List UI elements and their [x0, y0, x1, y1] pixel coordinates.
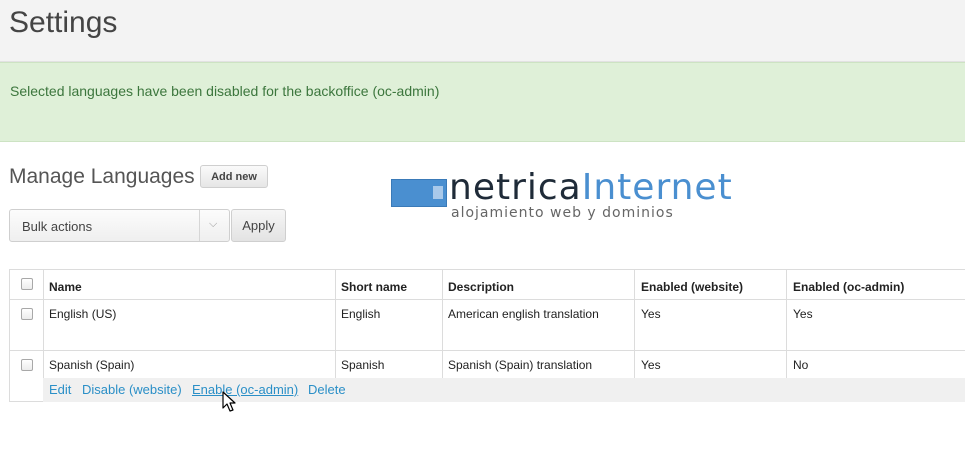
success-flash-message: Selected languages have been disabled fo… [0, 62, 965, 142]
table-cell-description: Spanish (Spain) translation [448, 358, 593, 372]
table-cell-name: Spanish (Spain) [49, 358, 135, 372]
row-checkbox[interactable] [21, 308, 33, 320]
table-cell-name: English (US) [49, 307, 117, 321]
row-checkbox[interactable] [21, 359, 33, 371]
disable-website-link[interactable]: Disable (website) [82, 382, 182, 397]
column-divider [786, 270, 787, 378]
logo-tagline: alojamiento web y dominios [451, 205, 674, 221]
column-divider [442, 270, 443, 378]
row-actions-bar: Edit Disable (website) Enable (oc-admin)… [43, 378, 965, 402]
select-all-checkbox[interactable] [21, 278, 33, 290]
select-divider [199, 210, 200, 241]
mouse-pointer-icon [222, 391, 236, 412]
row-divider [10, 299, 965, 300]
logo-word-netrica: netrica [449, 167, 582, 208]
column-divider [43, 270, 44, 378]
logo-wordmark: netricaInternet [449, 168, 733, 208]
column-divider [634, 270, 635, 378]
page-header: Settings [0, 0, 965, 62]
edit-link[interactable]: Edit [49, 382, 71, 397]
column-header-name[interactable]: Name [49, 280, 82, 294]
table-cell-enabled-website: Yes [641, 358, 661, 372]
logo-square-icon [433, 186, 443, 199]
add-new-button[interactable]: Add new [200, 165, 268, 188]
bulk-actions-value: Bulk actions [22, 219, 93, 234]
table-cell-enabled-admin: Yes [793, 307, 813, 321]
flash-text: Selected languages have been disabled fo… [10, 83, 440, 99]
table-cell-description: American english translation [448, 307, 599, 321]
apply-button[interactable]: Apply [231, 209, 286, 242]
chevron-down-icon[interactable]: ⌵ [209, 218, 217, 231]
column-divider [335, 270, 336, 378]
page-title: Settings [9, 6, 118, 39]
delete-link[interactable]: Delete [308, 382, 346, 397]
column-header-enabled-website[interactable]: Enabled (website) [641, 280, 743, 294]
table-cell-short-name: Spanish [341, 358, 385, 372]
table-cell-enabled-admin: No [793, 358, 809, 372]
table-cell-short-name: English [341, 307, 381, 321]
table-cell-enabled-website: Yes [641, 307, 661, 321]
brand-logo: netricaInternet alojamiento web y domini… [391, 168, 732, 226]
enable-admin-link[interactable]: Enable (oc-admin) [192, 382, 298, 397]
logo-word-internet: Internet [581, 167, 733, 208]
section-title: Manage Languages [9, 165, 195, 188]
column-header-enabled-admin[interactable]: Enabled (oc-admin) [793, 280, 904, 294]
row-divider [10, 350, 965, 351]
languages-table: Name Short name Description Enabled (web… [9, 269, 965, 402]
column-header-description[interactable]: Description [448, 280, 514, 294]
column-header-short-name[interactable]: Short name [341, 280, 407, 294]
bulk-actions-select[interactable]: Bulk actions ⌵ [9, 209, 230, 242]
